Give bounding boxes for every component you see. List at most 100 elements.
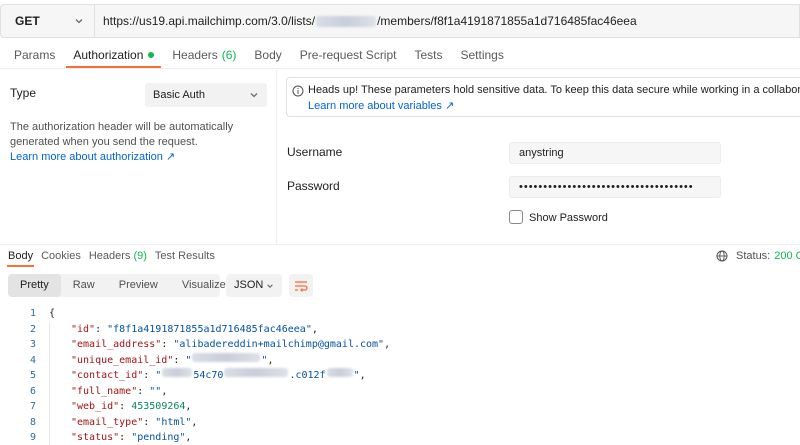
tab-authorization[interactable]: Authorization <box>66 44 162 68</box>
auth-description-text: The authorization header will be automat… <box>10 121 234 148</box>
learn-more-authorization-link[interactable]: Learn more about authorization ↗ <box>10 150 270 165</box>
password-label: Password <box>287 179 340 193</box>
code-line: 2 "id": "f8f1a4191871855a1d716485fac46ee… <box>0 321 800 337</box>
method-label: GET <box>15 14 40 28</box>
code-line: 1 { <box>0 306 800 322</box>
tab-settings[interactable]: Settings <box>454 44 511 66</box>
panel-divider <box>276 70 277 244</box>
method-select[interactable]: GET <box>0 4 94 38</box>
json-value: "" <box>149 385 162 397</box>
line-number: 6 <box>29 385 36 397</box>
line-number: 1 <box>29 308 36 319</box>
tab-response-body[interactable]: Body <box>7 248 35 267</box>
redacted-value <box>162 368 193 377</box>
response-body-code: 1 { 2 "id": "f8f1a4191871855a1d716485fac… <box>0 306 800 445</box>
password-value: •••••••••••••••••••••••••••••••••••• <box>519 181 694 193</box>
tab-label: Tests <box>414 48 443 62</box>
json-key: "unique_email_id" <box>71 354 174 366</box>
format-select[interactable]: JSON <box>226 274 282 297</box>
learn-more-variables-link[interactable]: Learn more about variables ↗ <box>308 99 800 112</box>
password-input[interactable]: •••••••••••••••••••••••••••••••••••• <box>509 176 721 198</box>
globe-icon[interactable] <box>716 250 728 262</box>
json-value: "f8f1a4191871855a1d716485fac46eea" <box>107 323 312 335</box>
response-tabs: Body Cookies Headers (9) Test Results <box>0 248 222 268</box>
request-tabs: Params Authorization Headers (6) Body Pre… <box>0 44 515 68</box>
view-preview-button[interactable]: Preview <box>107 274 170 297</box>
tab-label: Settings <box>460 48 504 62</box>
code-line: 8 "email_type": "html", <box>0 414 800 430</box>
divider <box>0 244 800 245</box>
tab-body[interactable]: Body <box>247 44 288 66</box>
status-label: Status: <box>736 250 771 262</box>
code-line: 6 "full_name": "", <box>0 383 800 399</box>
show-password-checkbox[interactable] <box>509 210 523 224</box>
tab-pre-request-script[interactable]: Pre-request Script <box>293 44 404 66</box>
json-value: "pending" <box>131 432 186 443</box>
info-circle-icon <box>292 85 304 97</box>
json-key: "id" <box>71 323 96 335</box>
redacted-value <box>224 368 289 377</box>
tab-label: Test Results <box>154 250 215 262</box>
notice-text: Heads up! These parameters hold sensitiv… <box>308 84 800 96</box>
show-password-label: Show Password <box>529 212 608 224</box>
tab-tests[interactable]: Tests <box>407 44 449 66</box>
tab-cookies[interactable]: Cookies <box>40 248 82 267</box>
tab-label: Body <box>254 48 282 62</box>
view-mode-group: Pretty Raw Preview Visualize <box>8 274 226 297</box>
tab-headers[interactable]: Headers (6) <box>165 44 243 66</box>
json-key: "email_type" <box>71 416 144 428</box>
json-key: "contact_id" <box>71 370 144 381</box>
view-raw-button[interactable]: Raw <box>61 274 107 297</box>
wrap-lines-button[interactable] <box>289 274 313 297</box>
format-value: JSON <box>234 279 264 291</box>
json-value: 453509264 <box>131 401 186 412</box>
auth-type-select[interactable]: Basic Auth <box>145 83 267 107</box>
json-value: "html" <box>155 416 192 428</box>
line-number: 4 <box>29 354 36 366</box>
response-status: Status: 200 OK <box>716 250 800 262</box>
tab-params[interactable]: Params <box>7 44 62 66</box>
line-number: 8 <box>29 416 36 428</box>
json-value: " <box>155 370 162 381</box>
tab-label: Params <box>14 48 56 62</box>
json-value-mid2: .c012f <box>289 370 326 381</box>
tab-label: Authorization <box>73 48 144 62</box>
url-suffix: /members/f8f1a4191871855a1d716485fac46ee… <box>377 14 637 28</box>
status-value: 200 OK <box>774 250 800 262</box>
tab-response-headers[interactable]: Headers (9) <box>88 248 148 267</box>
url-prefix: https://us19.api.mailchimp.com/3.0/lists… <box>103 14 316 28</box>
json-key: "email_address" <box>71 339 162 350</box>
json-value: " <box>185 354 192 366</box>
line-number: 7 <box>29 401 36 412</box>
redacted-list-id <box>316 15 377 27</box>
line-number: 5 <box>29 370 36 381</box>
sensitive-data-notice: Heads up! These parameters hold sensitiv… <box>286 77 800 117</box>
line-number: 3 <box>29 339 36 350</box>
chevron-down-icon <box>250 93 258 98</box>
code-line: 4 "unique_email_id": " ", <box>0 352 800 368</box>
auth-type-value: Basic Auth <box>153 89 205 101</box>
response-headers-count: (9) <box>133 250 147 262</box>
active-dot-icon <box>148 52 155 58</box>
request-bar: GET https://us19.api.mailchimp.com/3.0/l… <box>0 4 800 38</box>
view-pretty-button[interactable]: Pretty <box>8 274 61 297</box>
line-number: 9 <box>29 432 36 443</box>
code-line: 9 "status": "pending", <box>0 430 800 445</box>
json-key: "full_name" <box>71 385 138 397</box>
redacted-value <box>192 352 261 362</box>
tab-label: Headers <box>88 250 131 262</box>
json-key: "status" <box>71 432 120 443</box>
json-value-mid: 54c70 <box>193 370 224 381</box>
json-value: "alibadereddin+mailchimp@gmail.com" <box>173 339 385 350</box>
url-input[interactable]: https://us19.api.mailchimp.com/3.0/lists… <box>94 4 800 38</box>
line-number: 2 <box>29 323 36 335</box>
code-line: 5 "contact_id": " 54c70 .c012f ", <box>0 368 800 384</box>
auth-description: The authorization header will be automat… <box>10 120 270 165</box>
tab-label: Cookies <box>41 250 81 262</box>
chevron-down-icon <box>75 19 83 24</box>
tab-label: Headers <box>172 48 218 62</box>
username-input[interactable]: anystring <box>509 142 721 164</box>
code-line: 3 "email_address": "alibadereddin+mailch… <box>0 337 800 353</box>
chevron-down-icon <box>267 284 273 288</box>
tab-test-results[interactable]: Test Results <box>154 248 216 267</box>
